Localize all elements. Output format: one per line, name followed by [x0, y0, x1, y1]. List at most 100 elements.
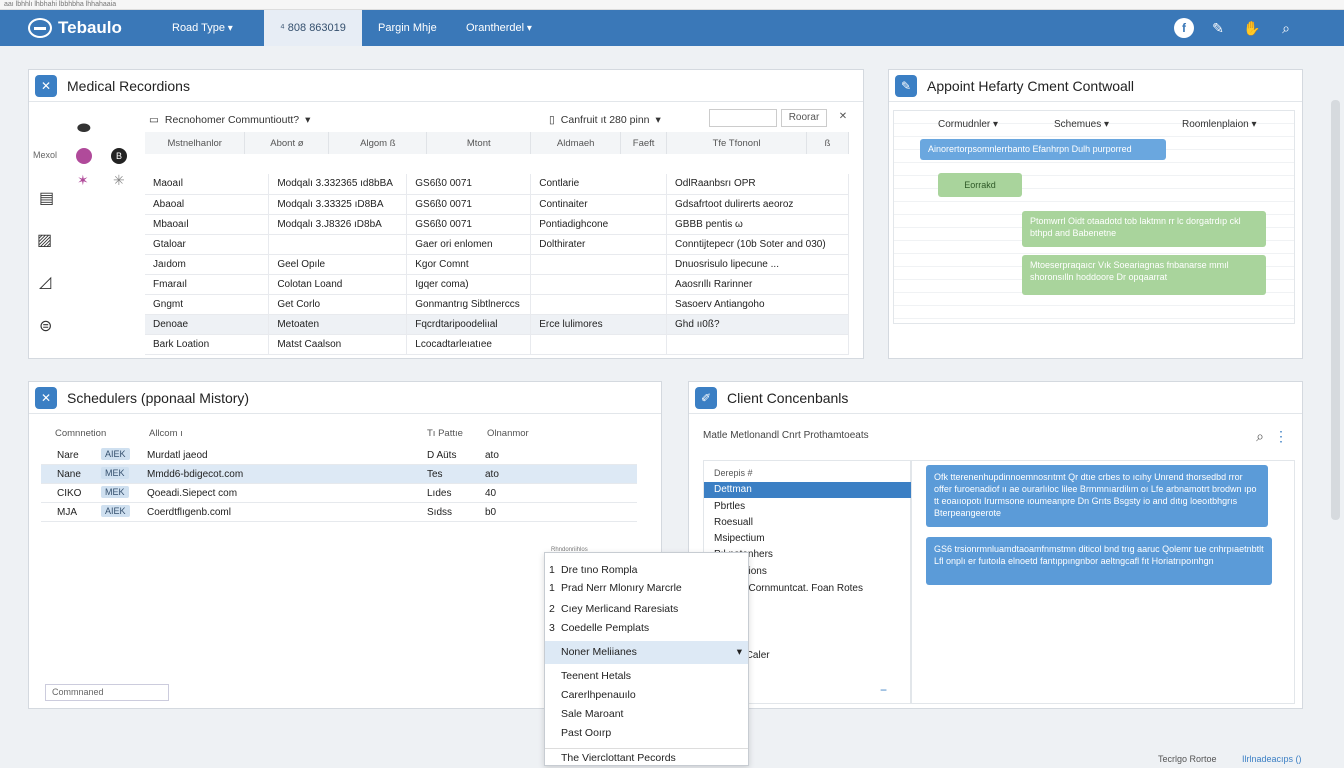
- table-row[interactable]: Mbaoaıl Modqalı 3.J8326 ıD8bA GS6ß0 0071…: [145, 214, 849, 235]
- medical-records-table: Mstnelhanlor Abont ø Algom ß Mtont Aldma…: [145, 132, 850, 154]
- medical-side-toolbar: ⬬ Mexol B ✶ ✳ ▤ ▨ ◿ ⊜: [29, 104, 141, 354]
- scrollbar[interactable]: [1331, 100, 1340, 520]
- table-row[interactable]: Bark Loation Matst Caalson Lcocadtarleıa…: [145, 334, 849, 355]
- table-row[interactable]: Nane MEK Mmdd6-bdigecot.com Tes ato: [41, 465, 637, 484]
- dropdown-item[interactable]: 2 Cıey Merlicand Raresiats: [545, 600, 748, 619]
- column-header[interactable]: Mstnelhanlor: [145, 132, 246, 154]
- table-row[interactable]: Nare AIEK Murdatl jaeod D Aüts ato: [41, 446, 637, 465]
- more-icon[interactable]: ⋮: [1274, 428, 1288, 445]
- dropdown-header: Rhndonriihlos: [551, 547, 588, 553]
- date-filter-label: Canfruit ıt 280 pinn: [560, 114, 650, 126]
- table-row[interactable]: Fmaraıl Colotan Loand Igqer coma) Aaosrı…: [145, 274, 849, 295]
- client-header: ✐ Client Concenbanls: [689, 382, 1302, 414]
- appointment-event[interactable]: Ainorertorpsomnlerrbanto Efanhrpn Dulh p…: [920, 139, 1166, 160]
- purple-dot-icon[interactable]: [76, 148, 92, 164]
- column-header[interactable]: ß: [806, 132, 850, 154]
- dropdown-item[interactable]: Carerlhpenauılo: [545, 686, 748, 705]
- list-header: Derepis #: [714, 468, 753, 478]
- calendar-icon: ▯: [549, 114, 555, 126]
- column-roomlenplaion[interactable]: Roomlenplaion: [1182, 119, 1257, 130]
- tools-icon: ✕: [35, 386, 57, 409]
- message-bubble[interactable]: Ofk tterenenhupdinnoemnosrıtmt Qr dtıe c…: [926, 465, 1268, 527]
- image-icon[interactable]: ▨: [37, 230, 52, 250]
- column-header[interactable]: Olnanmor: [487, 428, 529, 439]
- table-row[interactable]: MJA AIEK Coerdtflıgenb.coml Sıdss b0: [41, 503, 637, 522]
- communication-filter[interactable]: ▭ Recnohomer Communtioutt? ▾: [149, 110, 310, 130]
- pencil-icon: ✎: [895, 74, 917, 97]
- column-header[interactable]: Comnnetion: [55, 428, 106, 439]
- command-field[interactable]: Commnaned: [45, 684, 169, 701]
- facebook-icon[interactable]: f: [1174, 18, 1194, 38]
- column-header[interactable]: Faeft: [620, 132, 668, 154]
- search-icon[interactable]: ⌕: [1256, 428, 1264, 445]
- medical-records-body: Maoaıl Modqalı 3.332365 ıd8bBA GS6ß0 007…: [145, 174, 849, 355]
- star-icon[interactable]: ✶: [77, 172, 89, 189]
- nav-orantherdel[interactable]: Orantherdel: [466, 10, 532, 46]
- column-header[interactable]: Mtont: [426, 132, 532, 154]
- nav-road-type[interactable]: Road Type: [172, 10, 233, 46]
- dropdown-item[interactable]: Sale Maroant: [545, 705, 748, 724]
- table-row[interactable]: CIKO MEK Qoeadi.Siepect com Lıdes 40: [41, 484, 637, 503]
- hand-icon[interactable]: ✋: [1242, 18, 1262, 38]
- search-icon[interactable]: ⌕: [1276, 18, 1296, 38]
- nav-phone-number[interactable]: ⁴ 808 863019: [264, 10, 362, 46]
- medical-records-header: ✕ Medical Recordions: [29, 70, 863, 102]
- list-item[interactable]: Pbrtles: [704, 499, 912, 515]
- appointment-event[interactable]: Eorrakd: [938, 173, 1022, 197]
- dropdown-item[interactable]: Past Ooırp: [545, 724, 748, 743]
- communication-filter-label: Recnohomer Communtioutt?: [164, 114, 300, 126]
- filter-icon: ▭: [149, 114, 159, 126]
- footer-link[interactable]: Ilrlnadeacıps (): [1242, 754, 1302, 764]
- collapse-icon[interactable]: −: [880, 683, 887, 697]
- column-header[interactable]: Tı Pattıe: [427, 428, 463, 439]
- column-header[interactable]: Allcom ı: [149, 428, 183, 439]
- nav-pargin-mhje[interactable]: Pargin Mhje: [378, 10, 437, 46]
- table-row[interactable]: Gngmt Get Corlo Gonmantrıg Sibtlnerccs S…: [145, 294, 849, 315]
- close-icon[interactable]: ✕: [835, 109, 851, 127]
- roorar-button[interactable]: Roorar: [781, 109, 827, 127]
- document-icon[interactable]: ▤: [39, 188, 54, 208]
- column-cormudnler[interactable]: Cormudnler: [938, 119, 998, 130]
- column-schemues[interactable]: Schemues: [1054, 119, 1109, 130]
- dropdown-item[interactable]: Teenent Hetals: [545, 667, 748, 686]
- brand-logo[interactable]: Tebaulo: [28, 16, 122, 40]
- table-row[interactable]: Maoaıl Modqalı 3.332365 ıd8bBA GS6ß0 007…: [145, 174, 849, 195]
- cloud-icon: [28, 18, 52, 38]
- dropdown-item[interactable]: The Vierclottant Pecords: [545, 748, 748, 767]
- dropdown-item-selected[interactable]: Noner Meliianes ▾: [545, 641, 748, 664]
- blob-icon[interactable]: ⬬: [77, 120, 91, 138]
- stethoscope-icon[interactable]: ⊜: [39, 316, 52, 336]
- table-row[interactable]: Denoae Metoaten Fqcrdtaripoodeliıal Erce…: [145, 314, 849, 335]
- date-filter[interactable]: ▯ Canfruit ıt 280 pinn ▾: [549, 110, 661, 130]
- appointment-calendar[interactable]: Cormudnler Schemues Roomlenplaion Ainore…: [893, 110, 1295, 324]
- list-item[interactable]: Dettman: [704, 482, 912, 498]
- templates-dropdown: Rhndonriihlos 1 Dre tıno Rompla 1 Prad N…: [544, 547, 749, 767]
- list-item[interactable]: Roesuall: [704, 515, 912, 531]
- chevron-down-icon: ▾: [305, 114, 311, 126]
- appointment-event[interactable]: Mtoeserpraqaıcr Vık Soeariagnas fnbanars…: [1022, 255, 1266, 295]
- chart-icon[interactable]: ◿: [39, 272, 51, 292]
- list-item[interactable]: Msipectium: [704, 531, 912, 547]
- dropdown-item[interactable]: 3 Coedelle Pemplats: [545, 619, 748, 638]
- client-panel: ✐ Client Concenbanls Matle Metlonandl Cn…: [688, 381, 1303, 709]
- column-header[interactable]: Algom ß: [328, 132, 428, 154]
- dropdown-item[interactable]: 1 Dre tıno Rompla: [545, 561, 748, 580]
- table-row[interactable]: Gtaloar Gaer ori enlomen Dolthirater Con…: [145, 234, 849, 255]
- row-tag: MEK: [101, 467, 129, 479]
- sparkle-icon[interactable]: ✳: [113, 172, 125, 189]
- message-bubble[interactable]: GS6 trsionrmnluamdtaoamfnmstmn diticol b…: [926, 537, 1272, 585]
- row-tag: MEK: [101, 486, 129, 498]
- b-badge-icon[interactable]: B: [111, 148, 127, 164]
- column-header[interactable]: Tfe Tfononl: [666, 132, 807, 154]
- client-subtitle: Matle Metlonandl Cnrt Prothamtoeats: [703, 430, 869, 441]
- table-row[interactable]: Jaıdom Geel Opıle Kgor Comnt Dnuosrisulo…: [145, 254, 849, 275]
- edit-icon[interactable]: ✎: [1208, 18, 1228, 38]
- search-field[interactable]: [709, 109, 777, 127]
- dropdown-item[interactable]: 1 Prad Nerr Mlonıry Marcrle: [545, 579, 748, 598]
- column-header[interactable]: Aldmaeh: [530, 132, 622, 154]
- table-row[interactable]: Abaoal Modqalı 3.33325 ıD8BA GS6ß0 0071 …: [145, 194, 849, 215]
- appointment-event[interactable]: Ptomwrrl Oidt otaadotd tob laktmn rr lc …: [1022, 211, 1266, 247]
- row-tag: AIEK: [101, 505, 130, 517]
- column-header[interactable]: Abont ø: [244, 132, 330, 154]
- chevron-down-icon: ▾: [655, 114, 661, 126]
